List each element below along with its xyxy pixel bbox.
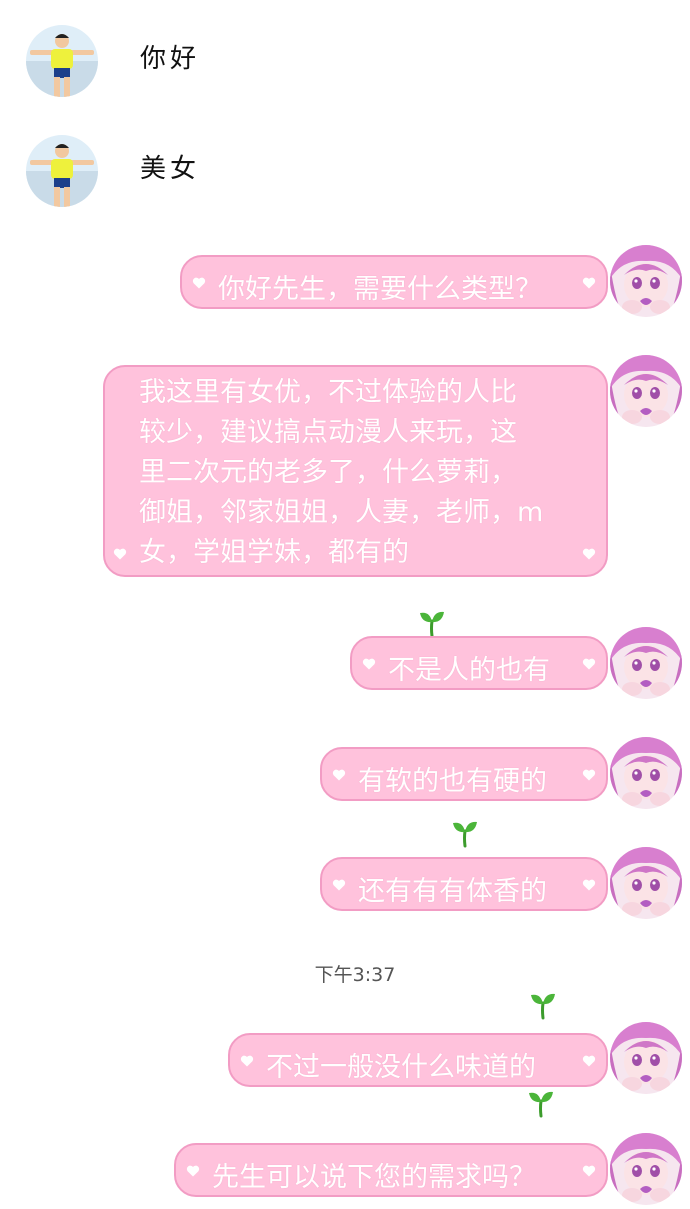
sprout-icon: [417, 608, 447, 638]
boy-avatar-icon: [26, 25, 98, 97]
self-avatar[interactable]: [610, 737, 682, 809]
self-avatar[interactable]: [610, 627, 682, 699]
self-avatar[interactable]: [610, 1022, 682, 1094]
heart-icon: [113, 547, 127, 561]
anime-girl-avatar-icon: [610, 245, 682, 317]
outgoing-message-bubble[interactable]: 不是人的也有: [350, 636, 608, 690]
self-avatar[interactable]: [610, 1133, 682, 1205]
heart-icon: [582, 1054, 596, 1068]
outgoing-message-bubble[interactable]: 先生可以说下您的需求吗？: [174, 1143, 608, 1197]
sprout-icon: [528, 990, 558, 1020]
message-text: 不是人的也有: [388, 655, 550, 686]
message-text-block: 我这里有女优，不过体验的人比 较少，建议搞点动漫人来玩，这 里二次元的老多了，什…: [139, 373, 543, 573]
heart-icon: [582, 768, 596, 782]
heart-icon: [362, 657, 376, 671]
anime-girl-avatar-icon: [610, 1133, 682, 1205]
anime-girl-avatar-icon: [610, 627, 682, 699]
incoming-message-text: 美女: [140, 154, 201, 184]
anime-girl-avatar-icon: [610, 847, 682, 919]
heart-icon: [582, 878, 596, 892]
message-text: 有软的也有硬的: [358, 766, 547, 797]
message-text: 先生可以说下您的需求吗？: [212, 1162, 536, 1193]
message-text: 不过一般没什么味道的: [266, 1052, 536, 1083]
boy-avatar-icon: [26, 135, 98, 207]
incoming-message-text: 你好: [140, 44, 201, 74]
contact-avatar[interactable]: [26, 135, 98, 207]
message-line: 御姐，邻家姐姐，人妻，老师，m: [139, 497, 544, 528]
sprout-icon: [526, 1088, 556, 1118]
message-line: 较少，建议搞点动漫人来玩，这: [139, 417, 517, 448]
outgoing-message-bubble[interactable]: 有软的也有硬的: [320, 747, 608, 801]
heart-icon: [332, 768, 346, 782]
message-line: 里二次元的老多了，什么萝莉，: [139, 457, 517, 488]
contact-avatar[interactable]: [26, 25, 98, 97]
outgoing-message-bubble[interactable]: 不过一般没什么味道的: [228, 1033, 608, 1087]
heart-icon: [192, 276, 206, 290]
message-line: 我这里有女优，不过体验的人比: [139, 377, 517, 408]
outgoing-message-bubble[interactable]: 我这里有女优，不过体验的人比 较少，建议搞点动漫人来玩，这 里二次元的老多了，什…: [103, 365, 608, 577]
heart-icon: [582, 547, 596, 561]
outgoing-message-bubble[interactable]: 你好先生，需要什么类型？: [180, 255, 608, 309]
message-line: 女，学姐学妹，都有的: [139, 537, 409, 568]
heart-icon: [332, 878, 346, 892]
self-avatar[interactable]: [610, 355, 682, 427]
self-avatar[interactable]: [610, 245, 682, 317]
self-avatar[interactable]: [610, 847, 682, 919]
anime-girl-avatar-icon: [610, 355, 682, 427]
heart-icon: [186, 1164, 200, 1178]
heart-icon: [582, 657, 596, 671]
message-text: 还有有有体香的: [358, 876, 547, 907]
anime-girl-avatar-icon: [610, 1022, 682, 1094]
anime-girl-avatar-icon: [610, 737, 682, 809]
heart-icon: [582, 1164, 596, 1178]
outgoing-message-bubble[interactable]: 还有有有体香的: [320, 857, 608, 911]
heart-icon: [240, 1054, 254, 1068]
heart-icon: [582, 276, 596, 290]
message-text: 你好先生，需要什么类型？: [218, 274, 542, 305]
sprout-icon: [450, 818, 480, 848]
timestamp: 下午3:37: [314, 964, 396, 986]
